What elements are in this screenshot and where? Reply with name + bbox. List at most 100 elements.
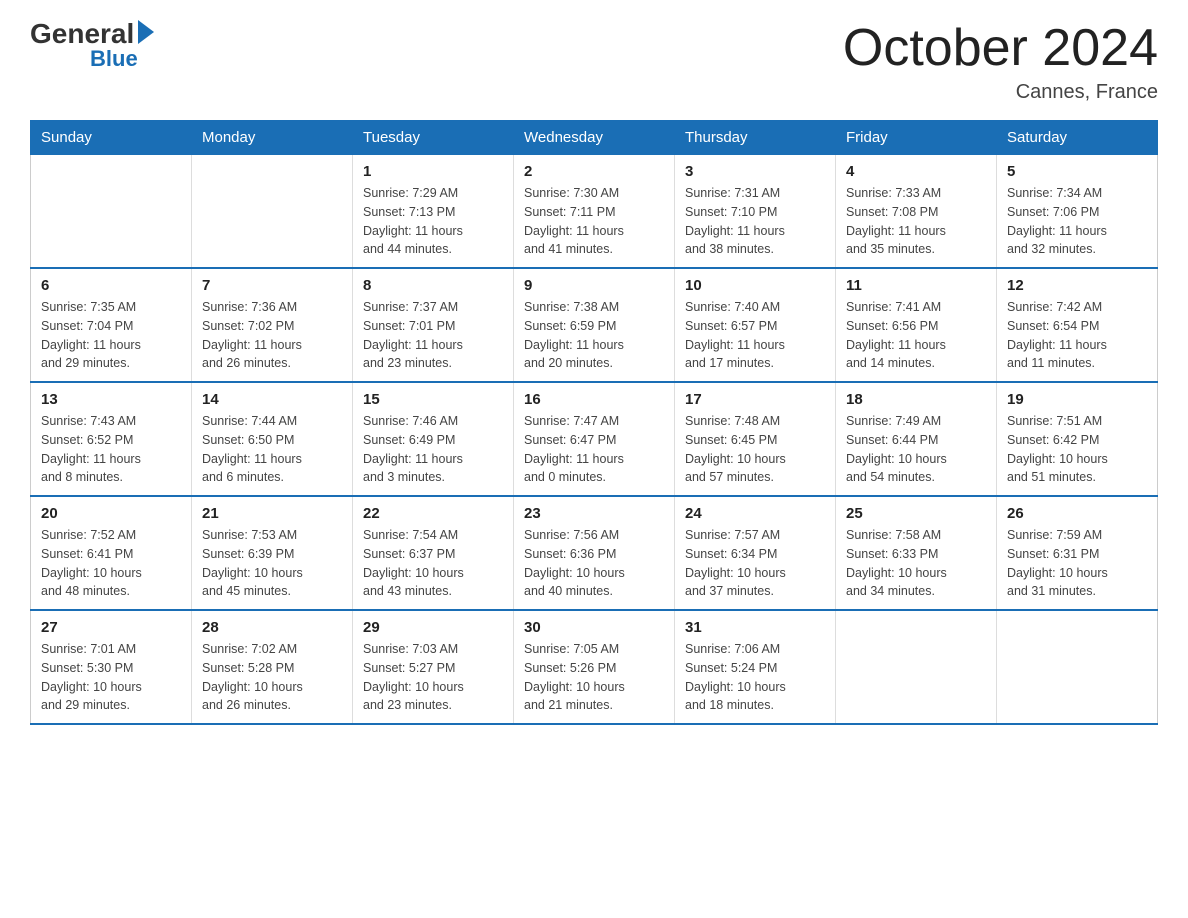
calendar-cell: 21 Sunrise: 7:53 AMSunset: 6:39 PMDayligh… [192,496,353,610]
calendar-cell: 12Sunrise: 7:42 AMSunset: 6:54 PMDayligh… [997,268,1158,382]
day-number: 21 [202,505,342,522]
calendar-week-4: 20 Sunrise: 7:52 AMSunset: 6:41 PMDayligh… [31,496,1158,610]
day-number: 6 [41,277,181,294]
day-info: Sunrise: 7:05 AMSunset: 5:26 PMDaylight:… [524,640,664,715]
calendar-cell: 14 Sunrise: 7:44 AMSunset: 6:50 PMDayligh… [192,382,353,496]
calendar-cell: 11 Sunrise: 7:41 AMSunset: 6:56 PMDayligh… [836,268,997,382]
calendar-cell: 8 Sunrise: 7:37 AMSunset: 7:01 PMDaylight… [353,268,514,382]
calendar-cell: 5 Sunrise: 7:34 AMSunset: 7:06 PMDaylight… [997,155,1158,269]
calendar-cell: 7 Sunrise: 7:36 AMSunset: 7:02 PMDaylight… [192,268,353,382]
day-number: 7 [202,277,342,294]
calendar-cell: 17 Sunrise: 7:48 AMSunset: 6:45 PMDayligh… [675,382,836,496]
day-number: 23 [524,505,664,522]
day-info: Sunrise: 7:37 AMSunset: 7:01 PMDaylight:… [363,298,503,373]
day-number: 29 [363,619,503,636]
calendar-cell: 10 Sunrise: 7:40 AMSunset: 6:57 PMDayligh… [675,268,836,382]
calendar-cell: 22Sunrise: 7:54 AMSunset: 6:37 PMDayligh… [353,496,514,610]
calendar-week-2: 6 Sunrise: 7:35 AMSunset: 7:04 PMDaylight… [31,268,1158,382]
calendar-header-row: SundayMondayTuesdayWednesdayThursdayFrid… [31,121,1158,155]
calendar-cell: 9 Sunrise: 7:38 AMSunset: 6:59 PMDaylight… [514,268,675,382]
calendar-cell: 28 Sunrise: 7:02 AMSunset: 5:28 PMDayligh… [192,610,353,724]
day-number: 9 [524,277,664,294]
logo-general: General [30,20,134,48]
calendar-cell: 27Sunrise: 7:01 AMSunset: 5:30 PMDayligh… [31,610,192,724]
day-info: Sunrise: 7:36 AMSunset: 7:02 PMDaylight:… [202,298,342,373]
calendar-cell: 13 Sunrise: 7:43 AMSunset: 6:52 PMDayligh… [31,382,192,496]
day-info: Sunrise: 7:30 AMSunset: 7:11 PMDaylight:… [524,184,664,259]
calendar-cell: 18Sunrise: 7:49 AMSunset: 6:44 PMDayligh… [836,382,997,496]
day-number: 31 [685,619,825,636]
day-number: 25 [846,505,986,522]
day-number: 17 [685,391,825,408]
day-number: 8 [363,277,503,294]
day-info: Sunrise: 7:31 AMSunset: 7:10 PMDaylight:… [685,184,825,259]
day-info: Sunrise: 7:53 AMSunset: 6:39 PMDaylight:… [202,526,342,601]
day-info: Sunrise: 7:54 AMSunset: 6:37 PMDaylight:… [363,526,503,601]
calendar-cell: 2Sunrise: 7:30 AMSunset: 7:11 PMDaylight… [514,155,675,269]
calendar-cell: 1 Sunrise: 7:29 AMSunset: 7:13 PMDaylight… [353,155,514,269]
calendar-cell: 4 Sunrise: 7:33 AMSunset: 7:08 PMDaylight… [836,155,997,269]
day-number: 30 [524,619,664,636]
calendar-cell: 19Sunrise: 7:51 AMSunset: 6:42 PMDayligh… [997,382,1158,496]
day-number: 13 [41,391,181,408]
calendar-cell: 31 Sunrise: 7:06 AMSunset: 5:24 PMDayligh… [675,610,836,724]
day-number: 5 [1007,163,1147,180]
day-number: 20 [41,505,181,522]
calendar-week-1: 1 Sunrise: 7:29 AMSunset: 7:13 PMDaylight… [31,155,1158,269]
calendar-cell [997,610,1158,724]
day-info: Sunrise: 7:43 AMSunset: 6:52 PMDaylight:… [41,412,181,487]
day-info: Sunrise: 7:01 AMSunset: 5:30 PMDaylight:… [41,640,181,715]
day-info: Sunrise: 7:06 AMSunset: 5:24 PMDaylight:… [685,640,825,715]
day-number: 18 [846,391,986,408]
day-info: Sunrise: 7:48 AMSunset: 6:45 PMDaylight:… [685,412,825,487]
day-number: 24 [685,505,825,522]
day-number: 1 [363,163,503,180]
day-info: Sunrise: 7:29 AMSunset: 7:13 PMDaylight:… [363,184,503,259]
calendar-cell: 20 Sunrise: 7:52 AMSunset: 6:41 PMDayligh… [31,496,192,610]
day-info: Sunrise: 7:35 AMSunset: 7:04 PMDaylight:… [41,298,181,373]
day-info: Sunrise: 7:33 AMSunset: 7:08 PMDaylight:… [846,184,986,259]
day-info: Sunrise: 7:02 AMSunset: 5:28 PMDaylight:… [202,640,342,715]
calendar-cell [836,610,997,724]
day-info: Sunrise: 7:34 AMSunset: 7:06 PMDaylight:… [1007,184,1147,259]
day-number: 3 [685,163,825,180]
day-info: Sunrise: 7:38 AMSunset: 6:59 PMDaylight:… [524,298,664,373]
day-info: Sunrise: 7:44 AMSunset: 6:50 PMDaylight:… [202,412,342,487]
calendar-cell: 6 Sunrise: 7:35 AMSunset: 7:04 PMDaylight… [31,268,192,382]
calendar-week-5: 27Sunrise: 7:01 AMSunset: 5:30 PMDayligh… [31,610,1158,724]
calendar-cell: 26Sunrise: 7:59 AMSunset: 6:31 PMDayligh… [997,496,1158,610]
header-saturday: Saturday [997,121,1158,155]
calendar-week-3: 13 Sunrise: 7:43 AMSunset: 6:52 PMDayligh… [31,382,1158,496]
day-number: 11 [846,277,986,294]
calendar-cell: 29Sunrise: 7:03 AMSunset: 5:27 PMDayligh… [353,610,514,724]
day-number: 16 [524,391,664,408]
calendar-cell: 15Sunrise: 7:46 AMSunset: 6:49 PMDayligh… [353,382,514,496]
calendar-cell [31,155,192,269]
header-friday: Friday [836,121,997,155]
day-number: 15 [363,391,503,408]
calendar-table: SundayMondayTuesdayWednesdayThursdayFrid… [30,120,1158,725]
month-title: October 2024 [843,20,1158,77]
day-info: Sunrise: 7:52 AMSunset: 6:41 PMDaylight:… [41,526,181,601]
day-number: 10 [685,277,825,294]
header-thursday: Thursday [675,121,836,155]
day-info: Sunrise: 7:41 AMSunset: 6:56 PMDaylight:… [846,298,986,373]
calendar-cell: 3 Sunrise: 7:31 AMSunset: 7:10 PMDaylight… [675,155,836,269]
calendar-body: 1 Sunrise: 7:29 AMSunset: 7:13 PMDaylight… [31,155,1158,725]
logo-arrow-icon [138,20,154,44]
page-header: General Blue October 2024 Cannes, France [30,20,1158,104]
calendar-cell: 16Sunrise: 7:47 AMSunset: 6:47 PMDayligh… [514,382,675,496]
calendar-cell: 23Sunrise: 7:56 AMSunset: 6:36 PMDayligh… [514,496,675,610]
day-number: 14 [202,391,342,408]
header-tuesday: Tuesday [353,121,514,155]
day-number: 12 [1007,277,1147,294]
header-monday: Monday [192,121,353,155]
day-info: Sunrise: 7:40 AMSunset: 6:57 PMDaylight:… [685,298,825,373]
day-info: Sunrise: 7:57 AMSunset: 6:34 PMDaylight:… [685,526,825,601]
calendar-cell: 24 Sunrise: 7:57 AMSunset: 6:34 PMDayligh… [675,496,836,610]
day-number: 19 [1007,391,1147,408]
day-number: 26 [1007,505,1147,522]
header-sunday: Sunday [31,121,192,155]
day-number: 4 [846,163,986,180]
day-number: 28 [202,619,342,636]
